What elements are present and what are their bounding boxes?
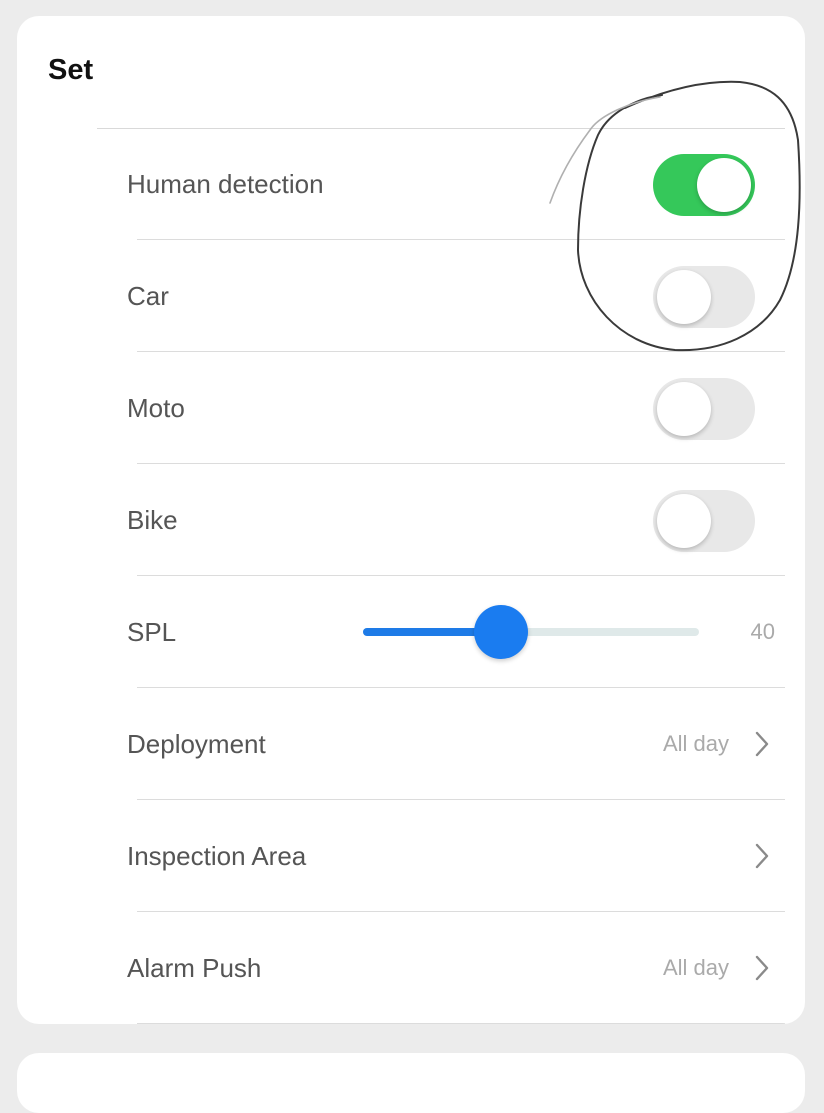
toggle-knob	[657, 382, 711, 436]
row-divider	[137, 1023, 785, 1024]
bike-toggle[interactable]	[653, 490, 755, 552]
row-label: Bike	[127, 505, 178, 535]
row-label: SPL	[127, 617, 177, 647]
deployment-value: All day	[662, 731, 729, 756]
row-label: Deployment	[127, 729, 266, 759]
row-label: Human detection	[127, 169, 324, 199]
toggle-knob	[657, 270, 711, 324]
moto-toggle[interactable]	[653, 378, 755, 440]
human-detection-toggle[interactable]	[653, 154, 755, 216]
row-spl: SPL 40	[17, 576, 805, 688]
row-human-detection: Human detection	[17, 128, 805, 240]
alarm-push-value: All day	[662, 955, 729, 980]
chevron-right-icon	[755, 731, 769, 757]
row-label: Alarm Push	[127, 953, 262, 983]
next-card	[17, 1053, 805, 1113]
chevron-right-icon	[755, 955, 769, 981]
toggle-knob	[697, 158, 751, 212]
slider-thumb[interactable]	[473, 605, 528, 659]
row-moto: Moto	[17, 352, 805, 464]
row-label: Car	[127, 281, 169, 311]
chevron-right-icon	[755, 843, 769, 869]
row-deployment[interactable]: Deployment All day	[17, 688, 805, 800]
row-inspection-area[interactable]: Inspection Area	[17, 800, 805, 912]
settings-card: Set Human detection Car Moto Bike SPL 40…	[17, 16, 805, 1024]
car-toggle[interactable]	[653, 266, 755, 328]
row-car: Car	[17, 240, 805, 352]
section-title: Set	[48, 54, 94, 86]
spl-value: 40	[750, 619, 775, 644]
row-label: Inspection Area	[127, 841, 307, 871]
row-label: Moto	[127, 393, 185, 423]
row-alarm-push[interactable]: Alarm Push All day	[17, 912, 805, 1024]
spl-slider[interactable]	[363, 605, 699, 659]
row-bike: Bike	[17, 464, 805, 576]
toggle-knob	[657, 494, 711, 548]
